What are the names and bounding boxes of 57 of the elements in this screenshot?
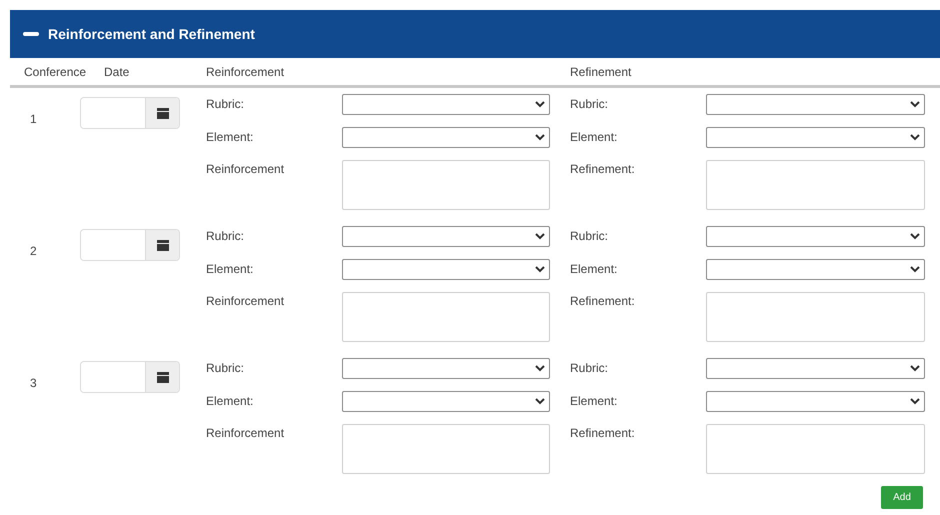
field-label: Refinement: xyxy=(570,425,636,442)
field-label: Reinforcement xyxy=(206,293,286,310)
dropdown[interactable] xyxy=(706,94,925,115)
dropdown[interactable] xyxy=(342,391,550,412)
dropdown[interactable] xyxy=(706,358,925,379)
field-label: Element: xyxy=(206,261,254,278)
chevron-down-icon xyxy=(535,100,545,108)
field-label: Rubric: xyxy=(206,228,246,245)
chevron-down-icon xyxy=(910,364,920,372)
chevron-down-icon xyxy=(535,265,545,273)
date-field[interactable] xyxy=(80,361,180,393)
dropdown[interactable] xyxy=(706,127,925,148)
field-label: Element: xyxy=(570,129,618,146)
dropdown[interactable] xyxy=(342,226,550,247)
add-button[interactable]: Add xyxy=(881,486,923,509)
chevron-down-icon xyxy=(910,232,920,240)
panel-title: Reinforcement and Refinement xyxy=(48,24,255,44)
conference-number: 1 xyxy=(29,111,38,128)
chevron-down-icon xyxy=(910,265,920,273)
field-label: Rubric: xyxy=(206,96,246,113)
field-label: Element: xyxy=(570,393,618,410)
field-label: Reinforcement xyxy=(206,161,286,178)
field-label: Refinement: xyxy=(570,161,636,178)
field-label: Rubric: xyxy=(206,360,246,377)
calendar-icon xyxy=(156,372,168,382)
date-field[interactable] xyxy=(80,97,180,129)
conference-number: 3 xyxy=(29,375,38,392)
column-header: Reinforcement xyxy=(206,64,286,80)
chevron-down-icon xyxy=(910,133,920,141)
field-label: Rubric: xyxy=(570,228,610,245)
field-label: Reinforcement xyxy=(206,425,286,442)
field-label: Element: xyxy=(206,129,254,146)
dropdown[interactable] xyxy=(342,358,550,379)
chevron-down-icon xyxy=(535,364,545,372)
date-field[interactable] xyxy=(80,229,180,261)
field-label: Element: xyxy=(206,393,254,410)
dropdown[interactable] xyxy=(706,259,925,280)
field-label: Element: xyxy=(570,261,618,278)
chevron-down-icon xyxy=(535,133,545,141)
dropdown[interactable] xyxy=(706,226,925,247)
column-header: Date xyxy=(104,64,130,80)
chevron-down-icon xyxy=(910,397,920,405)
dropdown[interactable] xyxy=(706,391,925,412)
chevron-down-icon xyxy=(910,100,920,108)
dropdown[interactable] xyxy=(342,127,550,148)
chevron-down-icon xyxy=(535,397,545,405)
calendar-icon xyxy=(156,108,168,118)
column-header: Refinement xyxy=(570,64,632,80)
chevron-down-icon xyxy=(535,232,545,240)
field-label: Rubric: xyxy=(570,96,610,113)
field-label: Refinement: xyxy=(570,293,636,310)
conference-number: 2 xyxy=(29,243,38,260)
field-label: Rubric: xyxy=(570,360,610,377)
dropdown[interactable] xyxy=(342,94,550,115)
dropdown[interactable] xyxy=(342,259,550,280)
column-header: Conference xyxy=(23,64,88,80)
calendar-icon xyxy=(156,240,168,250)
